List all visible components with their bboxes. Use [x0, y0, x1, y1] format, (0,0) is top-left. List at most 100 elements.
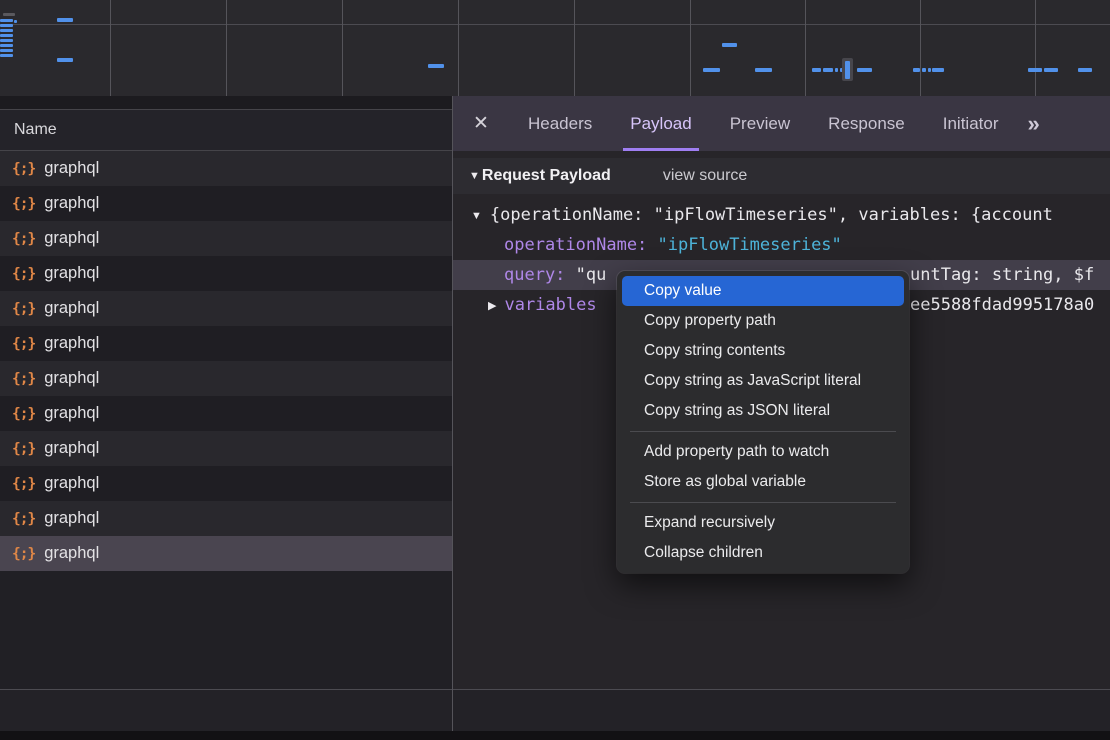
disclosure-triangle-icon[interactable]: ▶ [488, 300, 496, 312]
json-icon: {;} [12, 476, 35, 492]
request-name-label: graphql [44, 229, 99, 248]
request-timing-bar [722, 43, 737, 47]
payload-summary-text: {operationName: "ipFlowTimeseries", vari… [490, 205, 1053, 225]
request-name-label: graphql [44, 474, 99, 493]
request-timing-bar [57, 18, 73, 22]
more-tabs-icon[interactable]: » [1027, 96, 1037, 151]
request-timing-bar [703, 68, 720, 72]
request-timing-bar [0, 34, 13, 37]
tab-headers[interactable]: Headers [521, 96, 599, 151]
payload-root-row[interactable]: ▼ {operationName: "ipFlowTimeseries", var… [453, 200, 1110, 230]
payload-operationname-row[interactable]: operationName: "ipFlowTimeseries" [453, 230, 1110, 260]
overview-gridline [690, 0, 691, 96]
section-title: Request Payload [482, 167, 611, 184]
request-name-label: graphql [44, 334, 99, 353]
overview-horizontal-gridline [0, 24, 1110, 25]
request-timing-bar [0, 44, 13, 47]
request-row-graphql[interactable]: {;}graphql [0, 396, 452, 431]
panel-divider[interactable] [452, 96, 453, 731]
json-icon: {;} [12, 511, 35, 527]
request-timing-bar [845, 61, 850, 79]
disclosure-triangle-icon[interactable]: ▼ [469, 170, 480, 182]
property-key: query: [504, 265, 565, 285]
request-timing-bar [1044, 68, 1058, 72]
context-menu: Copy valueCopy property pathCopy string … [617, 271, 909, 573]
footer-divider [0, 689, 1110, 690]
request-timing-bar [0, 29, 13, 32]
request-row-graphql[interactable]: {;}graphql [0, 536, 452, 571]
disclosure-triangle-icon[interactable]: ▼ [471, 210, 482, 222]
json-icon: {;} [12, 266, 35, 282]
view-source-link[interactable]: view source [663, 167, 747, 184]
overview-gridline [458, 0, 459, 96]
network-overview-timeline[interactable] [0, 0, 1110, 96]
request-timing-bar [835, 68, 838, 72]
context-menu-item-copy-property-path[interactable]: Copy property path [622, 306, 904, 336]
overview-gridline [1035, 0, 1036, 96]
close-icon[interactable]: ✕ [453, 96, 509, 151]
menu-separator [630, 431, 896, 432]
request-list-panel: Name {;}graphql{;}graphql{;}graphql{;}gr… [0, 109, 452, 731]
request-list: {;} graphql {;} graphql {;} graphql {;} graphql… [0, 151, 452, 571]
request-timing-bar [0, 19, 13, 22]
request-row-graphql[interactable]: {;} graphql [0, 256, 452, 291]
property-value: "qu [576, 265, 607, 285]
tab-payload[interactable]: Payload [623, 96, 698, 151]
request-row-graphql[interactable]: {;}graphql [0, 501, 452, 536]
request-row-graphql[interactable]: {;}graphql [0, 291, 452, 326]
request-row-graphql[interactable]: {;}graphql [0, 221, 452, 256]
request-payload-section-header[interactable]: ▼Request Payload view source [453, 158, 1110, 194]
context-menu-item-collapse-children[interactable]: Collapse children [622, 538, 904, 568]
request-row-graphql[interactable]: {;} graphql [0, 151, 452, 186]
property-value: "ipFlowTimeseries" [658, 235, 842, 255]
request-row-graphql[interactable]: {;} graphql [0, 361, 452, 396]
context-menu-item-add-property-path-to-watch[interactable]: Add property path to watch [622, 437, 904, 467]
menu-separator [630, 502, 896, 503]
property-key: operationName: [504, 235, 647, 255]
context-menu-item-store-as-global-variable[interactable]: Store as global variable [622, 467, 904, 497]
devtools-window: Name {;}graphql{;}graphql{;}graphql{;}gr… [0, 0, 1110, 740]
request-timing-bar [14, 20, 17, 23]
json-icon: {;} [12, 336, 35, 352]
name-column-header[interactable]: Name [0, 109, 452, 151]
context-menu-item-copy-value[interactable]: Copy value [622, 276, 904, 306]
request-name-label: graphql [44, 404, 99, 423]
request-row-graphql[interactable]: {;}graphql [0, 431, 452, 466]
request-timing-bar [0, 39, 13, 42]
request-name-label: graphql [44, 264, 99, 283]
request-row-graphql[interactable]: {;} graphql [0, 326, 452, 361]
context-menu-item-expand-recursively[interactable]: Expand recursively [622, 508, 904, 538]
request-name-label: graphql [44, 369, 99, 388]
context-menu-item-copy-string-contents[interactable]: Copy string contents [622, 336, 904, 366]
request-row-graphql[interactable]: {;} graphql [0, 466, 452, 501]
request-timing-bar [823, 68, 833, 72]
overview-gridline [226, 0, 227, 96]
overview-gridline [805, 0, 806, 96]
context-menu-item-copy-string-as-json-literal[interactable]: Copy string as JSON literal [622, 396, 904, 426]
request-timing-bar [3, 13, 15, 16]
overview-gridline [110, 0, 111, 96]
request-timing-bar [1028, 68, 1042, 72]
json-icon: {;} [12, 371, 35, 387]
json-icon: {;} [12, 161, 35, 177]
window-bottom-edge [0, 731, 1110, 740]
property-value-continued: ee5588fdad995178a0 [910, 290, 1094, 320]
request-timing-bar [755, 68, 772, 72]
request-name-label: graphql [44, 159, 99, 178]
context-menu-item-copy-string-as-javascript-literal[interactable]: Copy string as JavaScript literal [622, 366, 904, 396]
json-icon: {;} [12, 301, 35, 317]
request-timing-bar [812, 68, 821, 72]
request-timing-bar [428, 64, 444, 68]
request-timing-bar [928, 68, 931, 72]
overview-bottom-strip [0, 96, 452, 109]
request-name-label: graphql [44, 194, 99, 213]
request-timing-bar [0, 49, 13, 52]
request-timing-bar [57, 58, 73, 62]
tab-initiator[interactable]: Initiator [936, 96, 1006, 151]
request-row-graphql[interactable]: {;}graphql [0, 186, 452, 221]
tab-response[interactable]: Response [821, 96, 912, 151]
tab-preview[interactable]: Preview [723, 96, 797, 151]
json-icon: {;} [12, 441, 35, 457]
json-icon: {;} [12, 546, 35, 562]
overview-gridline [920, 0, 921, 96]
